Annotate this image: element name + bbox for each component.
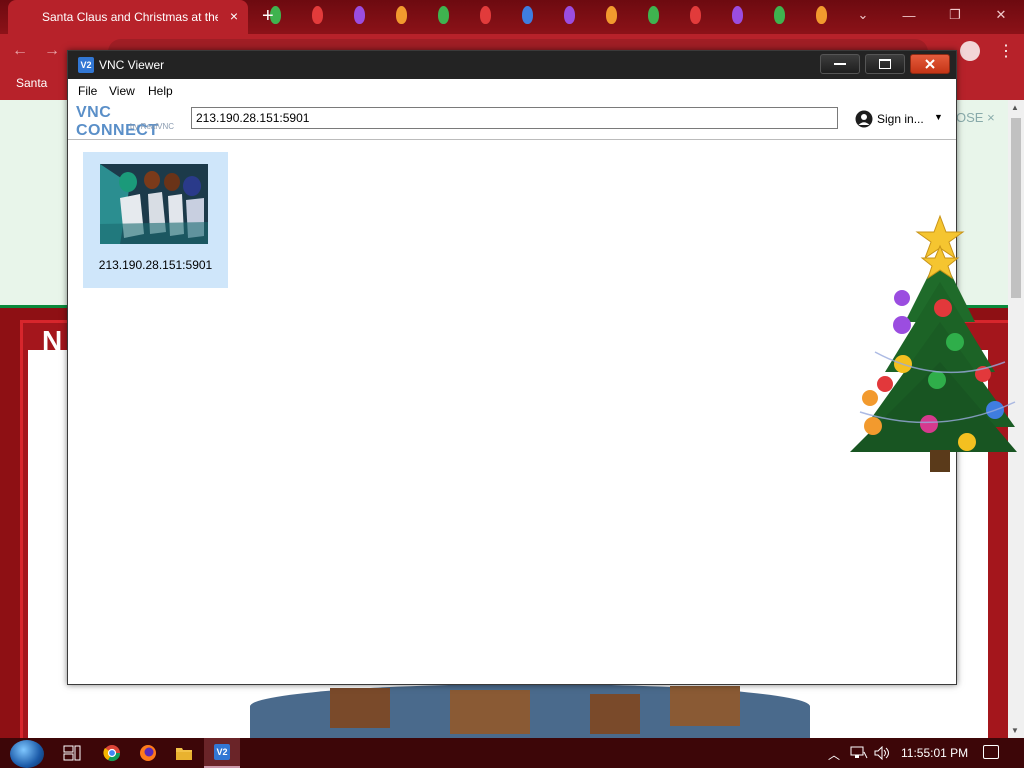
logo-subtext: by RealVNC [130, 122, 175, 131]
chrome-minimize-button[interactable]: — [886, 0, 932, 30]
close-button[interactable] [910, 54, 950, 74]
connection-label: 213.190.28.151:5901 [98, 258, 213, 272]
forward-icon[interactable]: → [44, 42, 60, 60]
network-icon[interactable] [850, 746, 868, 760]
show-hidden-icons-chevron-up-icon[interactable]: ︿ [828, 746, 840, 763]
web-page-heading-letter: N [42, 325, 63, 356]
back-icon[interactable]: ← [12, 42, 28, 60]
volume-icon[interactable] [874, 746, 892, 760]
close-icon [925, 59, 935, 69]
vnc-app-icon: V2 [78, 57, 94, 73]
taskbar-firefox[interactable] [130, 738, 166, 768]
system-clock[interactable]: 11:55:01 PM [901, 746, 968, 760]
chrome-tab-search-icon[interactable]: ⌄ [840, 0, 886, 30]
minimize-icon [834, 63, 846, 65]
maximize-icon [879, 59, 891, 69]
menu-file[interactable]: File [78, 84, 97, 98]
connection-thumbnail [100, 164, 208, 244]
minimize-button[interactable] [820, 54, 860, 74]
menu-kebab-icon[interactable]: ⋮ [998, 41, 1014, 61]
vnc-taskbar-icon: V2 [214, 744, 230, 760]
browser-tab-title: Santa Claus and Christmas at the [42, 10, 218, 24]
taskbar-chrome[interactable] [94, 738, 130, 768]
window-title: VNC Viewer [99, 58, 165, 72]
village-illustration [250, 684, 810, 740]
menu-help[interactable]: Help [148, 84, 173, 98]
vnc-titlebar[interactable]: V2 VNC Viewer [68, 51, 956, 79]
vnc-connect-logo: VNC CONNECT by RealVNC [76, 104, 186, 139]
windows-taskbar: V2 ︿ 11:55:01 PM [0, 738, 1024, 768]
action-center-notification-icon[interactable] [983, 745, 999, 759]
bookmark-santa[interactable]: Santa [16, 76, 47, 90]
thumbnail-preview-image [100, 164, 208, 244]
banner-close-link[interactable]: OSE × [956, 110, 995, 125]
taskbar-vnc-viewer[interactable]: V2 [204, 738, 240, 768]
christmas-tree-decoration [850, 214, 1017, 472]
menu-view[interactable]: View [109, 84, 135, 98]
vnc-viewer-window: V2 VNC Viewer File View Help VNC CONNECT… [67, 50, 957, 685]
scroll-down-icon[interactable]: ▼ [1011, 726, 1019, 735]
browser-tabstrip: Santa Claus and Christmas at the × + ⌄ —… [0, 0, 1024, 34]
chevron-down-icon: ▼ [934, 112, 943, 122]
banner-close-label: OSE [956, 110, 984, 125]
vnc-toolbar: VNC CONNECT by RealVNC Sign in... ▼ [68, 101, 956, 140]
menu-bar: File View Help [68, 79, 956, 101]
folder-icon [176, 748, 192, 760]
chrome-restore-button[interactable]: ❐ [932, 0, 978, 30]
firefox-icon [140, 745, 156, 761]
profile-avatar-icon[interactable] [960, 41, 980, 61]
christmas-lights-decoration [250, 0, 850, 30]
scroll-up-icon[interactable]: ▲ [1011, 103, 1019, 112]
tab-close-icon[interactable]: × [230, 8, 238, 24]
start-button[interactable] [10, 740, 44, 768]
connection-tile[interactable]: 213.190.28.151:5901 [83, 152, 228, 288]
browser-tab[interactable]: Santa Claus and Christmas at the × [8, 0, 248, 34]
chrome-close-button[interactable]: ✕ [978, 0, 1024, 30]
task-view-icon [63, 745, 81, 761]
chrome-icon [103, 745, 121, 762]
user-icon [855, 110, 873, 128]
sign-in-button[interactable]: Sign in... ▼ [855, 109, 945, 129]
banner-close-icon: × [987, 110, 995, 125]
new-tab-button[interactable]: + [262, 5, 274, 28]
connections-area: 213.190.28.151:5901 [68, 140, 956, 684]
maximize-button[interactable] [865, 54, 905, 74]
task-view-button[interactable] [54, 738, 90, 768]
sign-in-label: Sign in... [877, 112, 924, 126]
taskbar-file-explorer[interactable] [166, 738, 202, 768]
address-input[interactable] [191, 107, 838, 129]
